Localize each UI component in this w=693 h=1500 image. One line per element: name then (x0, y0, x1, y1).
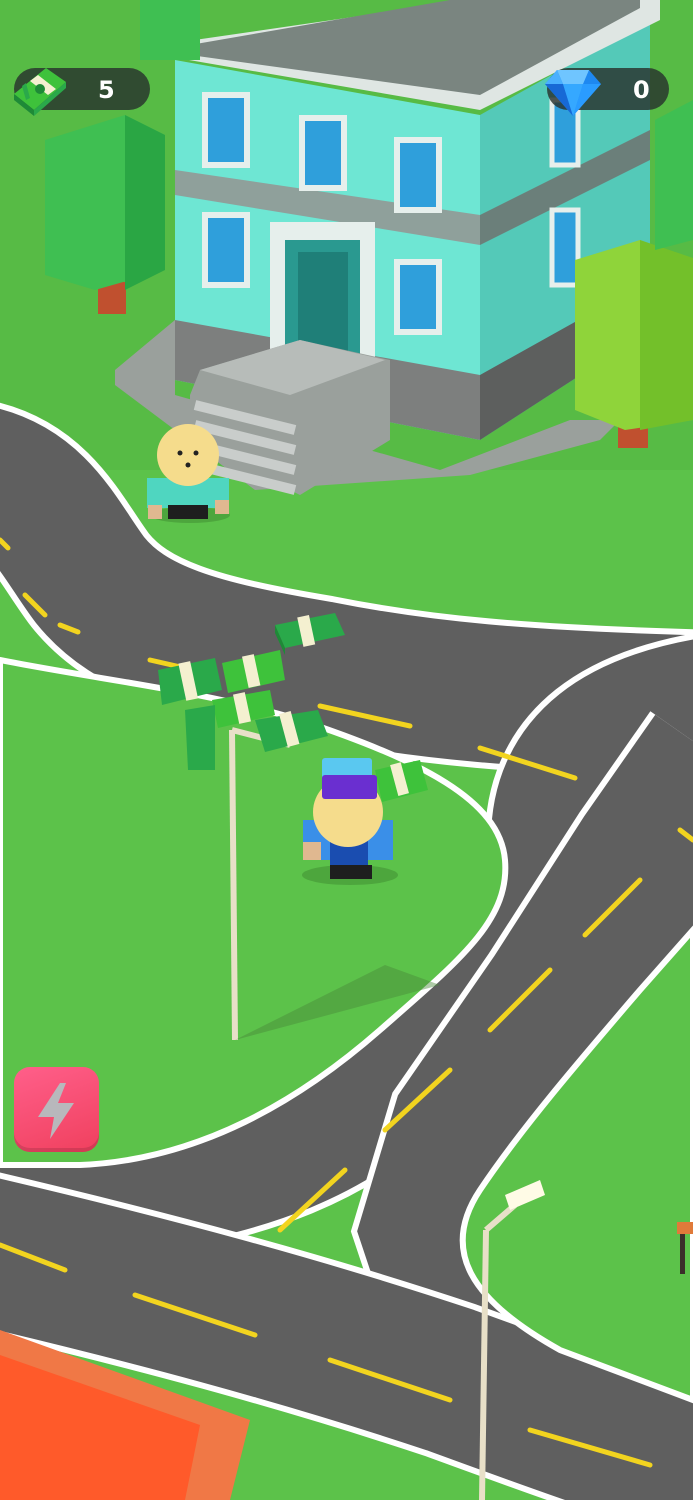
cash-counter: 5 (14, 68, 150, 116)
gem-counter: 0 (545, 68, 669, 116)
gem-amount: 0 (633, 76, 650, 104)
boost-button[interactable] (14, 1067, 99, 1152)
cash-stack (185, 705, 215, 770)
cash-stack-icon (8, 62, 70, 124)
city-scene (0, 0, 693, 1500)
lightning-bolt-icon (38, 1083, 74, 1139)
cash-amount: 5 (98, 76, 115, 104)
tree-top (140, 0, 200, 60)
blue-diamond-icon (543, 62, 603, 126)
tree-right (575, 240, 693, 448)
game-viewport[interactable]: 5 0 (0, 0, 693, 1500)
tree-far-right (655, 100, 693, 250)
